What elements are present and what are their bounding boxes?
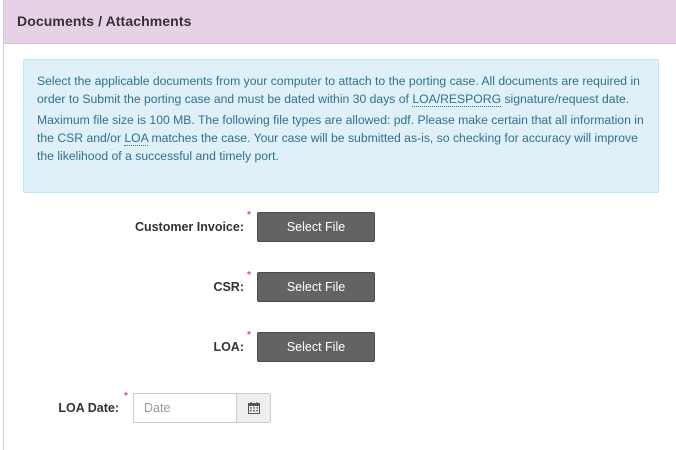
panel-header: Documents / Attachments [4,0,676,44]
csr-row: CSR: * Select File [4,270,676,302]
loa-date-label: LOA Date: [58,401,119,415]
loa-label: LOA: [213,340,244,354]
required-marker: * [124,391,128,402]
required-marker: * [247,270,251,281]
required-marker: * [247,330,251,341]
loa-date-input[interactable] [134,394,236,422]
info-text: signature/request date. [501,92,630,106]
info-paragraph-1: Select the applicable documents from you… [37,72,646,108]
calendar-button[interactable] [236,394,270,422]
csr-label: CSR: [213,280,244,294]
abbr-loa: LOA [124,131,149,146]
csr-select-file-button[interactable]: Select File [257,272,375,302]
panel-title: Documents / Attachments [17,13,192,29]
customer-invoice-label: Customer Invoice: [134,220,244,234]
loa-date-row: LOA Date: * [4,391,134,423]
required-marker: * [247,210,251,221]
loa-date-input-group [133,393,271,423]
info-alert: Select the applicable documents from you… [23,59,659,193]
calendar-icon [248,402,260,414]
info-paragraph-2: Maximum file size is 100 MB. The followi… [37,111,646,165]
loa-select-file-button[interactable]: Select File [257,332,375,362]
customer-invoice-row: Customer Invoice: * Select File [4,210,676,242]
documents-panel: Documents / Attachments Select the appli… [3,0,676,450]
loa-row: LOA: * Select File [4,330,676,362]
customer-invoice-select-file-button[interactable]: Select File [257,212,375,242]
abbr-loa-resporg: LOA/RESPORG [412,92,502,107]
